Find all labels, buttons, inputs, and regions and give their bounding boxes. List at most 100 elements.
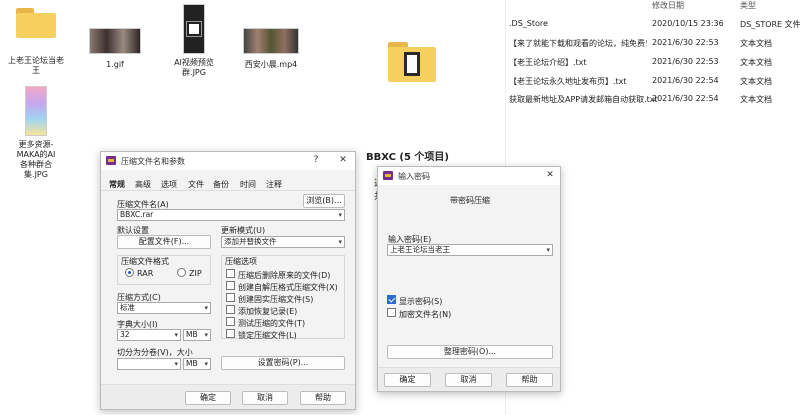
archive-format-label: 压缩文件格式 <box>121 257 169 266</box>
option-checkbox[interactable] <box>226 329 235 338</box>
help-button[interactable]: 帮助 <box>506 373 553 387</box>
desktop-item-label: AI视频预览群.JPG <box>174 58 214 77</box>
file-date: 2021/6/30 22:53 <box>652 57 719 66</box>
split-volumes-label: 切分为分卷(V)，大小 <box>117 348 193 357</box>
update-mode-label: 更新模式(U) <box>221 226 266 235</box>
dictionary-unit-value: MB <box>186 330 198 339</box>
file-type: 文本文档 <box>740 39 772 48</box>
tab-files[interactable]: 文件 <box>188 179 204 190</box>
tab-divider <box>101 190 355 191</box>
option-label: 压缩后删除原来的文件(D) <box>238 271 331 280</box>
set-password-button[interactable]: 设置密码(P)... <box>221 356 345 370</box>
browse-button[interactable]: 浏览(B)... <box>303 194 345 208</box>
column-header-type[interactable]: 类型 <box>740 0 756 11</box>
close-icon[interactable]: ✕ <box>337 155 349 165</box>
option-label: 测试压缩的文件(T) <box>238 319 306 328</box>
option-checkbox[interactable] <box>226 305 235 314</box>
ok-button[interactable]: 确定 <box>185 391 231 405</box>
format-rar-label: RAR <box>137 269 154 278</box>
video-thumbnail-icon <box>243 28 299 54</box>
winrar-icon <box>106 156 116 165</box>
file-type: DS_STORE 文件 <box>740 20 800 29</box>
show-password-checkbox[interactable] <box>387 295 396 304</box>
password-dialog-titlebar[interactable]: 输入密码 ✕ <box>378 167 560 185</box>
chevron-down-icon[interactable]: ▾ <box>204 359 208 369</box>
tab-advanced[interactable]: 高级 <box>135 179 151 190</box>
chevron-down-icon[interactable]: ▾ <box>204 303 208 313</box>
split-volumes-select[interactable]: ▾ <box>117 358 181 370</box>
option-checkbox[interactable] <box>226 269 235 278</box>
password-dialog-title: 输入密码 <box>398 172 430 181</box>
file-row[interactable]: 获取最新地址及APP请发邮箱自动获取.txt 2021/6/30 22:54 文… <box>505 88 800 108</box>
cancel-button[interactable]: 取消 <box>242 391 288 405</box>
chevron-down-icon[interactable]: ▾ <box>546 245 550 255</box>
chevron-down-icon[interactable]: ▾ <box>174 359 178 369</box>
option-checkbox[interactable] <box>226 293 235 302</box>
update-mode-select[interactable]: 添加并替换文件 ▾ <box>221 236 345 248</box>
tab-comment[interactable]: 注释 <box>266 179 282 190</box>
password-input[interactable]: 上老王论坛当老王 ▾ <box>387 244 553 256</box>
encrypt-file-names-checkbox[interactable] <box>387 308 396 317</box>
archive-dialog-titlebar[interactable]: 压缩文件名和参数 ? ✕ <box>101 152 355 170</box>
format-rar-radio[interactable] <box>125 268 134 277</box>
archive-dialog-title: 压缩文件名和参数 <box>121 157 185 166</box>
desktop-qr-image-item[interactable]: AI视频预览群.JPG <box>165 4 223 78</box>
chevron-down-icon[interactable]: ▾ <box>338 210 342 220</box>
desktop-item-label: 上老王论坛当老王 <box>8 56 64 75</box>
tab-general[interactable]: 常规 <box>109 179 125 190</box>
archive-name-field[interactable]: BBXC.rar ▾ <box>117 209 345 221</box>
compression-method-select[interactable]: 标准 ▾ <box>117 302 211 314</box>
dictionary-size-select[interactable]: 32 ▾ <box>117 329 181 341</box>
desktop-folder-item[interactable]: 上老王论坛当老王 <box>5 8 67 76</box>
help-icon[interactable]: ? <box>310 155 322 165</box>
option-checkbox[interactable] <box>226 281 235 290</box>
option-checkbox[interactable] <box>226 317 235 326</box>
option-label: 创建自解压格式压缩文件(X) <box>238 283 338 292</box>
file-name: 获取最新地址及APP请发邮箱自动获取.txt <box>509 95 658 104</box>
preview-folder-icon <box>388 42 436 82</box>
compression-method-value: 标准 <box>120 303 135 312</box>
desktop-item-label: 西安小晨.mp4 <box>244 60 298 69</box>
preview-count-label: BBXC (5 个项目) <box>366 152 449 163</box>
tab-time[interactable]: 时间 <box>240 179 256 190</box>
desktop-item-label: 更多资源-MAKA的AI各种群合集.JPG <box>16 140 56 179</box>
file-type: 文本文档 <box>740 95 772 104</box>
desktop-gif-item[interactable]: 1.gif <box>85 28 145 70</box>
dictionary-size-value: 32 <box>120 330 130 339</box>
file-row[interactable]: .DS_Store 2020/10/15 23:36 DS_STORE 文件 <box>505 13 800 33</box>
split-unit-select[interactable]: MB ▾ <box>183 358 211 370</box>
file-date: 2021/6/30 22:54 <box>652 94 719 103</box>
close-icon[interactable]: ✕ <box>544 170 556 180</box>
ok-button[interactable]: 确定 <box>384 373 431 387</box>
file-date: 2021/6/30 22:53 <box>652 38 719 47</box>
file-row[interactable]: 【老王论坛介绍】.txt 2021/6/30 22:53 文本文档 <box>505 51 800 71</box>
file-name: 【老王论坛永久地址发布页】.txt <box>509 77 627 86</box>
profiles-button[interactable]: 配置文件(F)... <box>117 235 211 249</box>
encrypt-file-names-label: 加密文件名(N) <box>399 310 452 319</box>
file-name: .DS_Store <box>509 19 548 28</box>
file-type: 文本文档 <box>740 58 772 67</box>
desktop-video-item[interactable]: 西安小晨.mp4 <box>240 28 302 70</box>
help-button[interactable]: 帮助 <box>300 391 346 405</box>
dictionary-unit-select[interactable]: MB ▾ <box>183 329 211 341</box>
organize-passwords-button[interactable]: 整理密码(O)... <box>387 345 553 359</box>
cancel-button[interactable]: 取消 <box>445 373 492 387</box>
option-label: 锁定压缩文件(L) <box>238 331 297 340</box>
password-value: 上老王论坛当老王 <box>390 245 450 254</box>
file-row[interactable]: 【来了就能下载和观看的论坛，纯免费！ 2021/6/30 22:53 文本文档 <box>505 32 800 52</box>
option-label: 创建固实压缩文件(S) <box>238 295 314 304</box>
desktop-item-label: 1.gif <box>106 60 124 69</box>
chevron-down-icon[interactable]: ▾ <box>174 330 178 340</box>
update-mode-value: 添加并替换文件 <box>224 237 277 246</box>
desktop-image-item[interactable]: 更多资源-MAKA的AI各种群合集.JPG <box>2 86 70 180</box>
winrar-icon <box>383 171 393 180</box>
file-row[interactable]: 【老王论坛永久地址发布页】.txt 2021/6/30 22:54 文本文档 <box>505 70 800 90</box>
column-header-date[interactable]: 修改日期 <box>652 0 684 11</box>
archive-name-value: BBXC.rar <box>120 210 154 219</box>
format-zip-radio[interactable] <box>177 268 186 277</box>
tab-options[interactable]: 选项 <box>161 179 177 190</box>
tab-backup[interactable]: 备份 <box>213 179 229 190</box>
format-zip-label: ZIP <box>189 269 202 278</box>
chevron-down-icon[interactable]: ▾ <box>338 237 342 247</box>
chevron-down-icon[interactable]: ▾ <box>204 330 208 340</box>
